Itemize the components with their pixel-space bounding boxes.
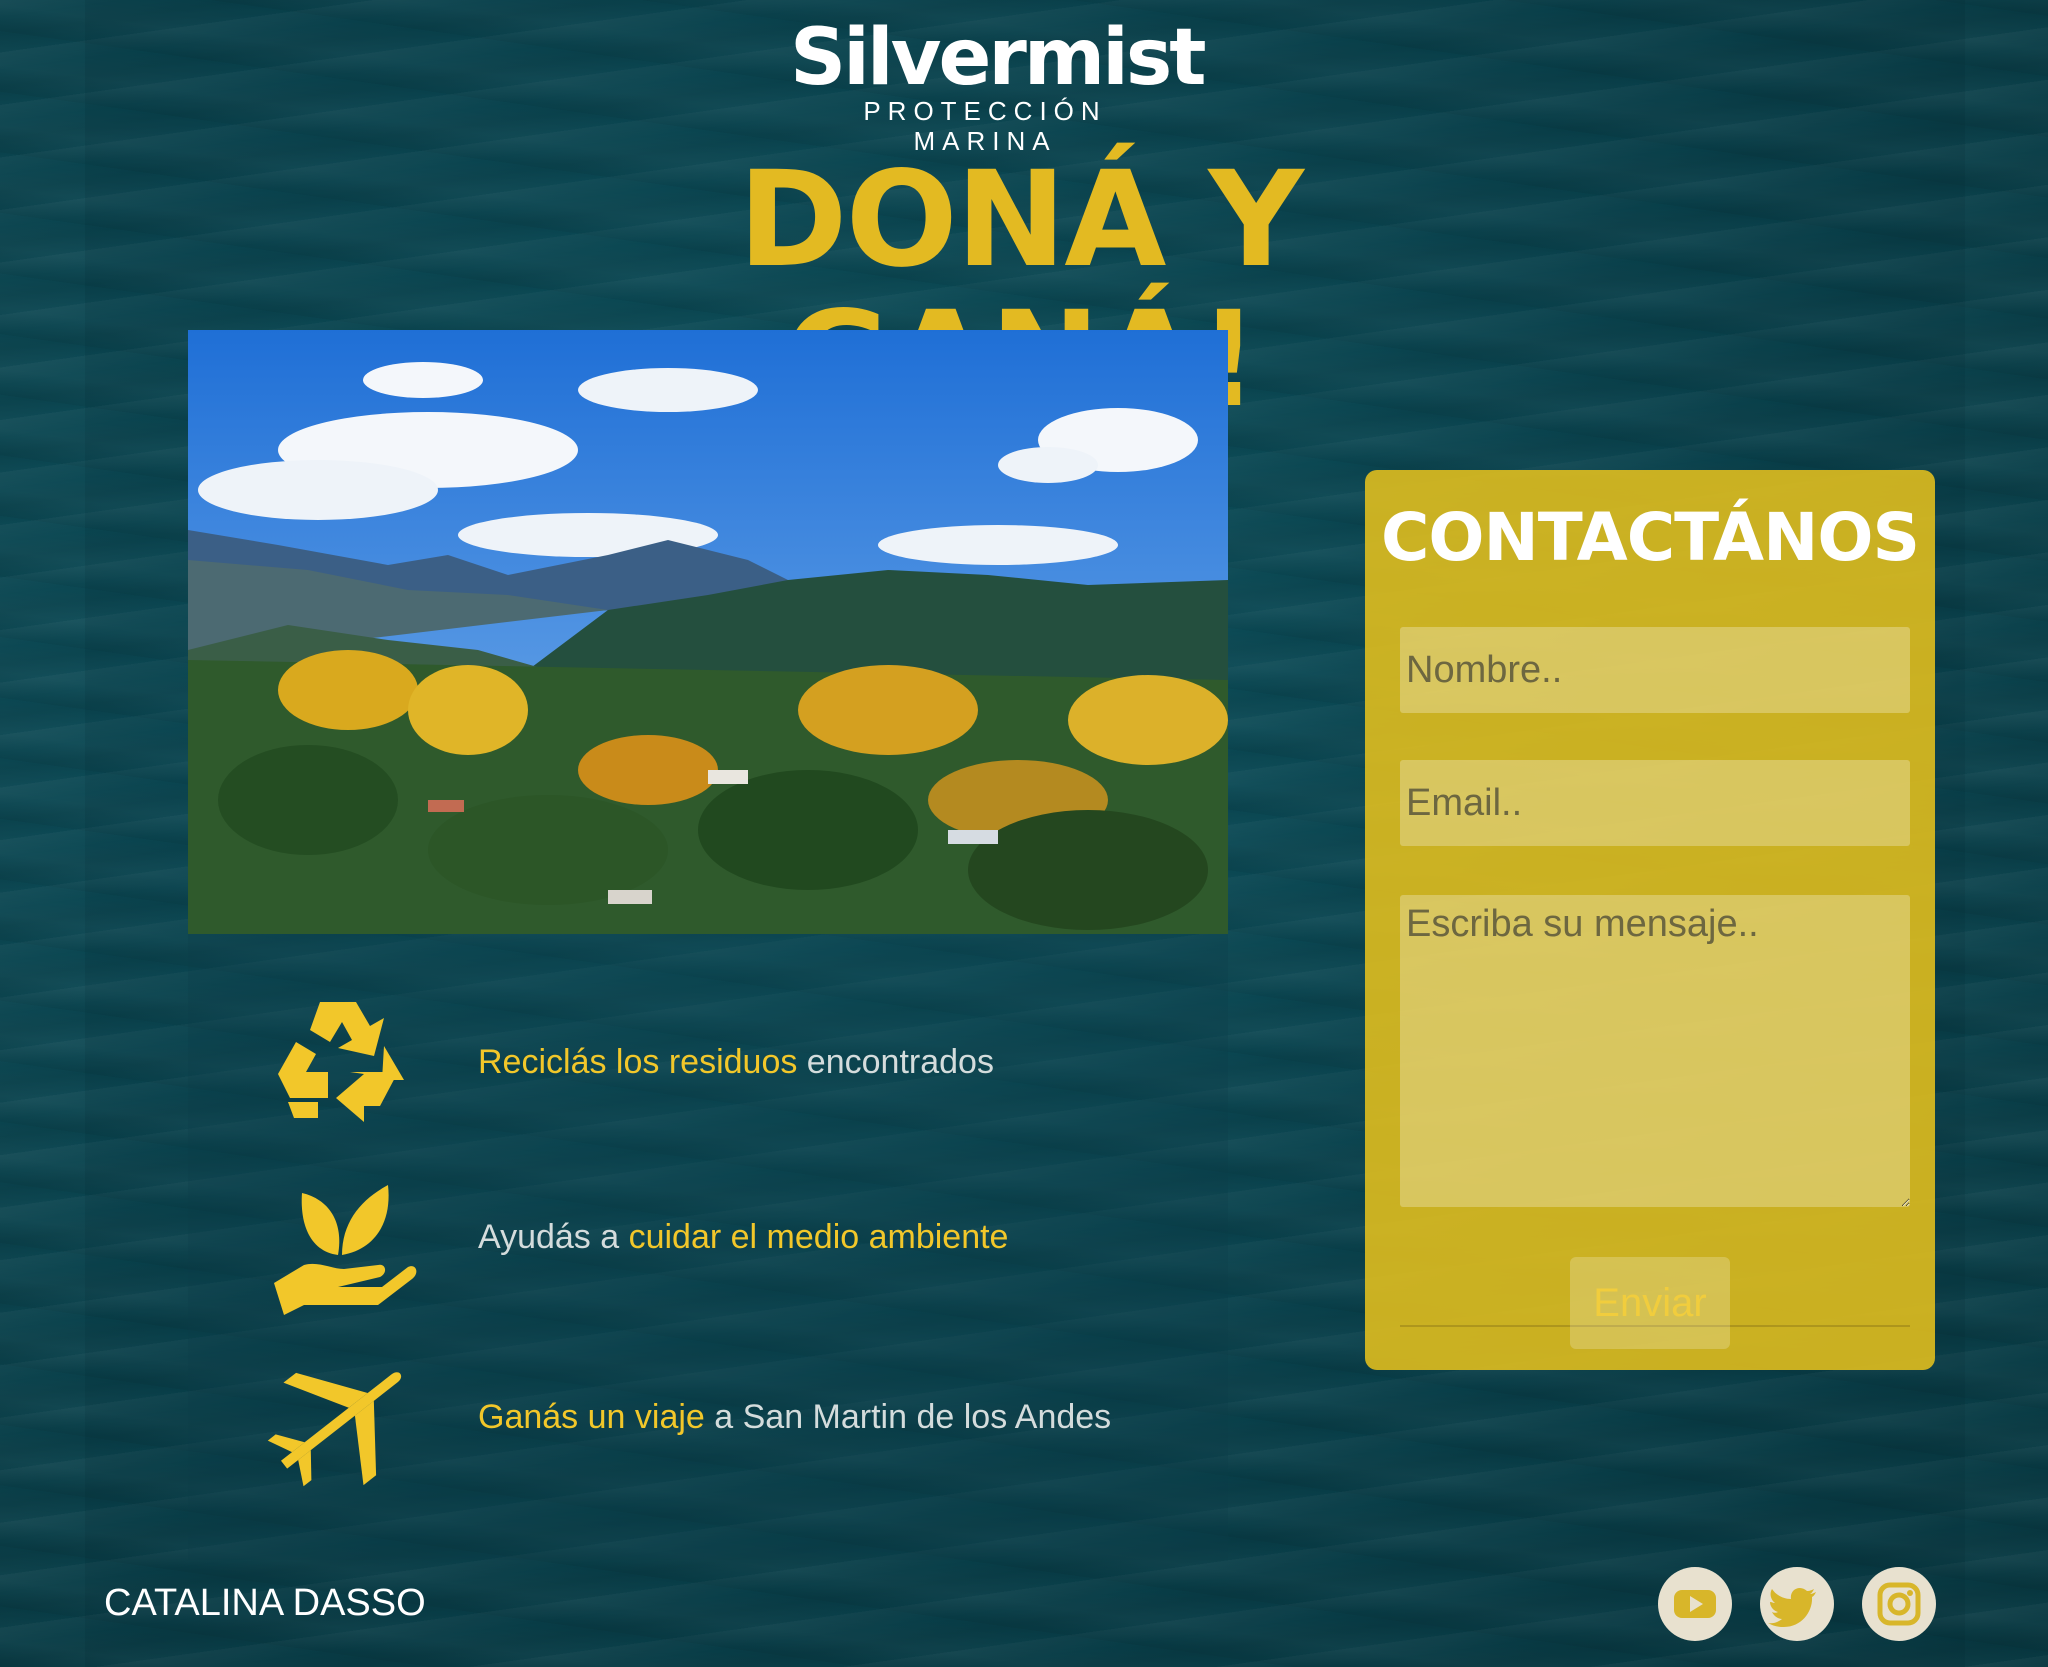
author-name: CATALINA DASSO (104, 1582, 426, 1624)
twitter-icon (1768, 1588, 1816, 1627)
name-input[interactable] (1400, 627, 1910, 713)
feature-environment-text: Ayudás a cuidar el medio ambiente (478, 1215, 1008, 1259)
feature-environment: Ayudás a cuidar el medio ambiente (188, 1165, 1228, 1315)
feature-highlight: Ganás un viaje (478, 1398, 705, 1436)
feature-trip: Ganás un viaje a San Martin de los Andes (188, 1345, 1228, 1495)
instagram-link[interactable] (1862, 1567, 1936, 1641)
feature-rest: encontrados (797, 1043, 994, 1081)
recycle-icon (258, 990, 418, 1140)
instagram-icon (1877, 1582, 1921, 1626)
airplane-icon (258, 1345, 418, 1495)
contact-title: CONTACTÁNOS (1380, 499, 1920, 576)
feature-highlight: cuidar el medio ambiente (628, 1218, 1009, 1256)
youtube-icon (1674, 1590, 1716, 1618)
feature-recycle: Reciclás los residuos encontrados (188, 990, 1228, 1140)
logo-name: Silvermist (790, 13, 1207, 103)
send-button[interactable]: Enviar (1570, 1257, 1730, 1349)
hand-plant-icon (258, 1165, 418, 1315)
brand-logo[interactable]: Silvermist PROTECCIÓN MARINA (790, 10, 1207, 156)
message-textarea[interactable] (1400, 895, 1910, 1207)
feature-lead: Ayudás a (478, 1218, 629, 1256)
feature-trip-text: Ganás un viaje a San Martin de los Andes (478, 1395, 1111, 1439)
twitter-link[interactable] (1760, 1567, 1834, 1641)
feature-highlight: Reciclás los residuos (478, 1043, 798, 1081)
email-input[interactable] (1400, 760, 1910, 846)
landscape-photo (188, 330, 1228, 934)
contact-form: CONTACTÁNOS Enviar (1365, 470, 1935, 1370)
feature-rest: a San Martin de los Andes (704, 1398, 1112, 1436)
feature-recycle-text: Reciclás los residuos encontrados (478, 1040, 994, 1084)
youtube-link[interactable] (1658, 1567, 1732, 1641)
